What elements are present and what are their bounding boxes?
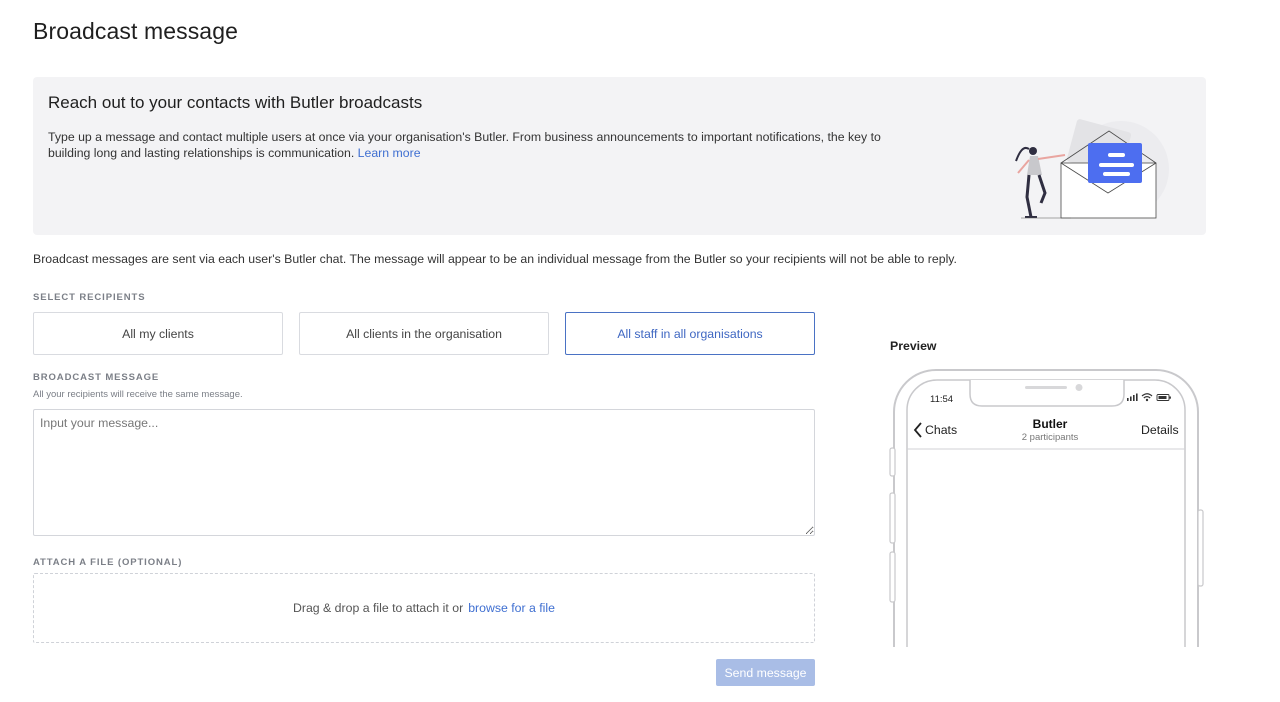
learn-more-link[interactable]: Learn more — [358, 146, 421, 160]
envelope-illustration-icon — [1015, 119, 1169, 219]
banner-title: Reach out to your contacts with Butler b… — [48, 93, 423, 112]
select-recipients-label: SELECT RECIPIENTS — [33, 292, 146, 303]
phone-chat-participants: 2 participants — [1021, 432, 1079, 443]
message-input[interactable] — [33, 409, 815, 536]
phone-preview: 11:54 Chats Butler 2 participants Detail… — [888, 366, 1206, 647]
dropzone-text: Drag & drop a file to attach it or — [292, 601, 464, 615]
phone-back-label: Chats — [925, 423, 958, 437]
chevron-left-icon — [913, 422, 922, 438]
recipient-option-all-my-clients[interactable]: All my clients — [33, 312, 283, 355]
attach-file-label: ATTACH A FILE (OPTIONAL) — [33, 557, 183, 568]
broadcast-message-sublabel: All your recipients will receive the sam… — [33, 389, 243, 400]
send-message-button[interactable]: Send message — [716, 659, 815, 686]
browse-file-link[interactable]: browse for a file — [468, 601, 555, 615]
broadcast-message-label: BROADCAST MESSAGE — [33, 372, 160, 383]
banner-description: Type up a message and contact multiple u… — [48, 129, 898, 161]
broadcast-info-text: Broadcast messages are sent via each use… — [33, 252, 957, 266]
phone-chat-name: Butler — [1032, 417, 1068, 431]
banner-description-text: Type up a message and contact multiple u… — [48, 130, 881, 160]
preview-label: Preview — [890, 339, 937, 353]
phone-clock: 11:54 — [930, 394, 954, 405]
phone-status-icons — [1127, 393, 1171, 402]
phone-details-button[interactable]: Details — [1141, 423, 1179, 437]
phone-frame-icon — [889, 369, 1204, 647]
recipient-option-all-staff-all-organisations[interactable]: All staff in all organisations — [565, 312, 815, 355]
phone-back-button[interactable]: Chats — [913, 422, 957, 438]
page-title: Broadcast message — [33, 18, 238, 44]
file-dropzone[interactable]: Drag & drop a file to attach it or brows… — [33, 573, 815, 643]
recipient-option-all-clients-in-organisation[interactable]: All clients in the organisation — [299, 312, 549, 355]
phone-chat-header: Butler 2 participants — [1000, 417, 1100, 443]
intro-banner: Reach out to your contacts with Butler b… — [33, 77, 1206, 235]
